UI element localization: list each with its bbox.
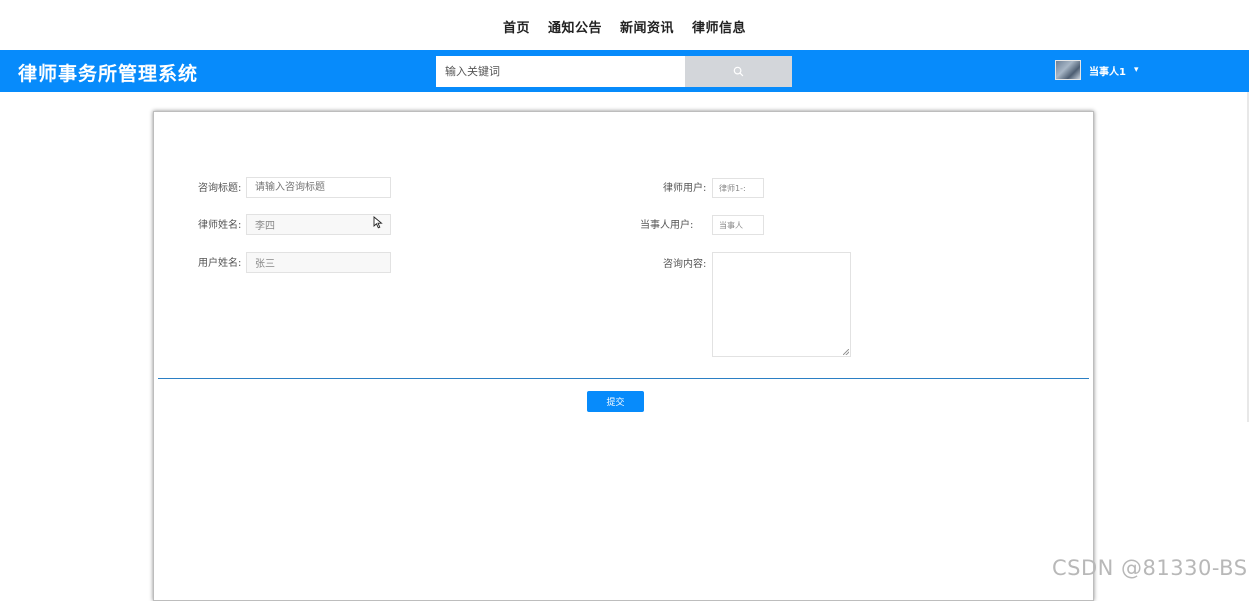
- user-name[interactable]: 当事人1: [1089, 63, 1126, 78]
- submit-button[interactable]: 提交: [587, 391, 644, 412]
- form-divider: [158, 378, 1089, 379]
- lawyer-name-field[interactable]: 李四: [246, 214, 391, 235]
- search-box: [436, 56, 792, 87]
- search-icon: [733, 66, 744, 77]
- search-input[interactable]: [436, 56, 685, 87]
- header-bar: 律师事务所管理系统 当事人1 ▾: [0, 50, 1249, 92]
- nav-item-notices[interactable]: 通知公告: [548, 17, 602, 36]
- user-name-label: 用户姓名:: [198, 258, 242, 269]
- nav-item-news[interactable]: 新闻资讯: [620, 17, 674, 36]
- content-textarea[interactable]: [712, 252, 851, 357]
- resize-handle-icon[interactable]: [843, 349, 849, 355]
- client-user-select[interactable]: 当事人: [712, 215, 764, 235]
- site-title: 律师事务所管理系统: [18, 63, 199, 85]
- nav-item-home[interactable]: 首页: [503, 17, 530, 36]
- lawyer-user-label: 律师用户:: [663, 183, 707, 194]
- content-label: 咨询内容:: [663, 259, 707, 270]
- title-input[interactable]: [246, 177, 391, 198]
- user-name-field[interactable]: 张三: [246, 252, 391, 273]
- client-user-label: 当事人用户:: [640, 220, 694, 231]
- watermark: CSDN @81330-BS: [1052, 556, 1248, 580]
- avatar[interactable]: [1055, 60, 1081, 80]
- top-nav: 首页 通知公告 新闻资讯 律师信息: [0, 0, 1249, 50]
- chevron-down-icon[interactable]: ▾: [1134, 65, 1139, 75]
- search-button[interactable]: [685, 56, 792, 87]
- user-menu[interactable]: 当事人1 ▾: [1055, 56, 1139, 84]
- lawyer-name-label: 律师姓名:: [198, 220, 242, 231]
- nav-item-lawyers[interactable]: 律师信息: [692, 17, 746, 36]
- mouse-cursor-icon: [373, 216, 383, 229]
- lawyer-user-select[interactable]: 律师1-:: [712, 178, 764, 198]
- title-label: 咨询标题:: [198, 183, 242, 194]
- consultation-form: 咨询标题: 律师姓名: 李四 用户姓名: 张三 律师用户: 律师1-: 当事人用…: [153, 111, 1094, 601]
